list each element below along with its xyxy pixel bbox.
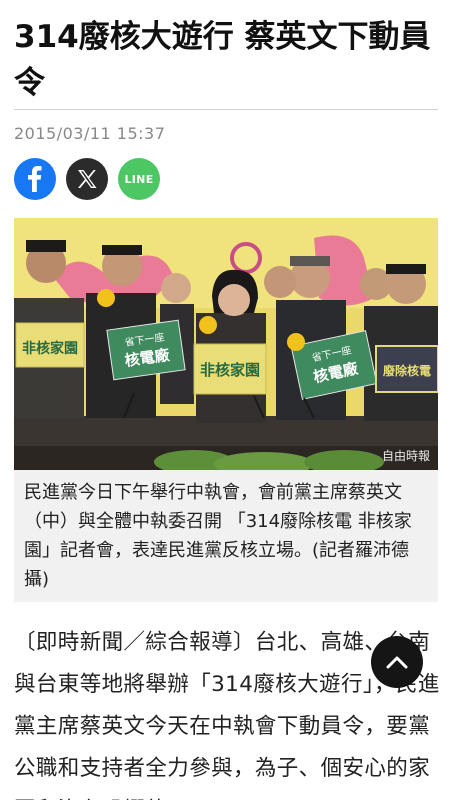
facebook-icon [28,166,42,192]
line-share-button[interactable]: LINE [118,158,160,200]
sign-far-right-text: 廢除核電 [383,363,431,378]
article-headline: 314廢核大遊行 蔡英文下動員令 [14,19,431,101]
article-timestamp: 2015/03/11 15:37 [14,124,166,143]
line-icon: LINE [124,172,154,186]
chevron-up-icon [386,656,408,669]
photo-caption-box: 民進黨今日下午舉行中執會，會前黨主席蔡英文（中）與全體中執委召開 「314廢除核… [14,470,438,602]
photo-caption: 民進黨今日下午舉行中執會，會前黨主席蔡英文（中）與全體中執委召開 「314廢除核… [24,482,412,590]
photo-credit: 自由時報 [381,449,430,463]
share-bar: LINE [14,158,160,200]
x-icon [78,170,97,188]
sign-center-text: 非核家園 [200,361,260,379]
headline-divider [14,109,438,110]
facebook-share-button[interactable] [14,158,56,200]
scroll-to-top-button[interactable] [371,636,423,688]
x-share-button[interactable] [66,158,108,200]
article-photo: 非核家園 省下一座 核電廠 非核家園 省下一座 核電廠 廢除核電 自由時報 [14,218,438,470]
sign-left-text: 非核家園 [22,340,78,357]
